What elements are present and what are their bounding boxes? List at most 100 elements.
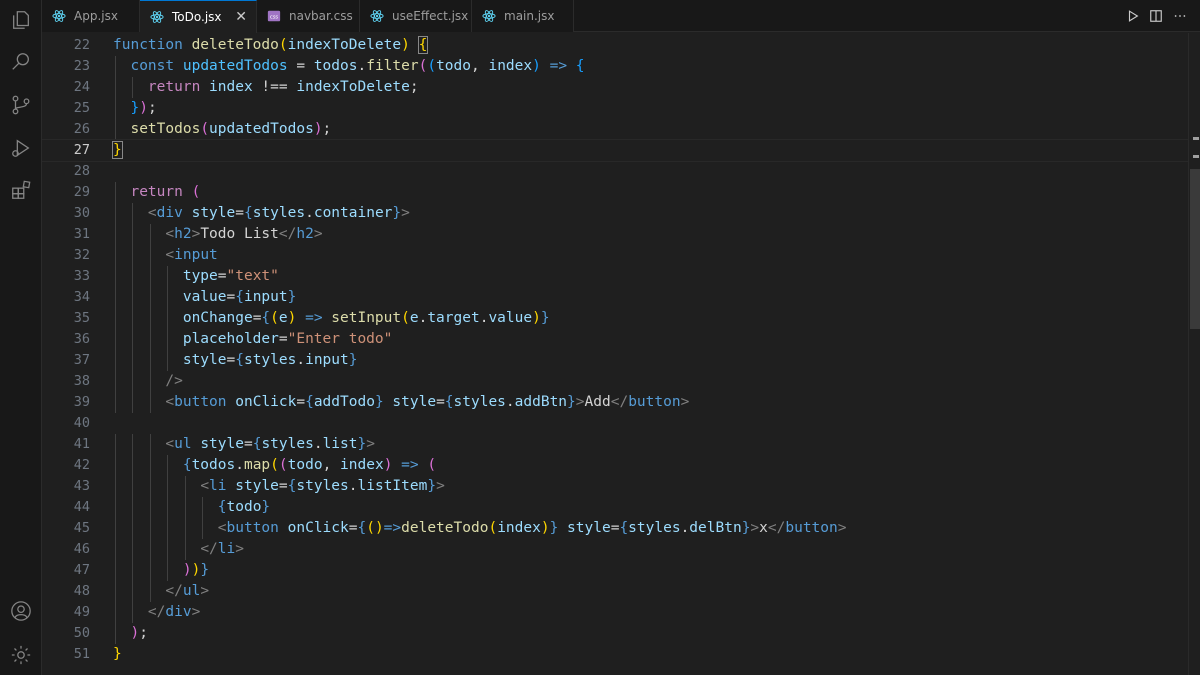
tab-label: navbar.css [289,9,353,23]
code-line[interactable]: 35 onChange={(e) => setInput(e.target.va… [42,308,1188,329]
run-debug-icon[interactable] [9,136,33,160]
code-token: function [113,37,183,53]
extensions-icon[interactable] [9,178,33,202]
indent-guide [149,371,151,392]
source-control-icon[interactable] [9,93,33,117]
settings-gear-icon[interactable] [9,643,33,667]
code-token: styles [628,520,681,536]
code-line[interactable]: 30 <div style={styles.container}> [42,203,1188,224]
indent-guide [132,434,134,455]
code-token: type [182,268,218,284]
code-editor[interactable]: 22 function deleteTodo(indexToDelete) {23… [42,33,1188,675]
code-line[interactable]: 39 <button onClick={addTodo} style={styl… [42,392,1188,413]
indent-guide [132,203,134,224]
code-line[interactable]: 50 ); [42,623,1188,644]
code-token: </ [610,394,629,410]
code-line[interactable]: 46 </li> [42,539,1188,560]
svg-text:css: css [270,15,279,21]
code-token: > [313,226,323,242]
code-line[interactable]: 51} [42,644,1188,665]
indent-guide [132,476,134,497]
line-number: 30 [73,205,90,221]
code-line[interactable]: 25 }); [42,98,1188,119]
code-token: styles [243,352,297,368]
scroll-thumb[interactable] [1190,169,1200,329]
code-line[interactable]: 47 ))} [42,560,1188,581]
code-token: ; [147,100,157,116]
code-token: = [278,331,288,347]
indent-guide [149,434,151,455]
line-number: 51 [73,646,90,662]
indent-guide [115,245,116,266]
code-token: div [165,604,192,620]
indent-guide [115,539,116,560]
code-line[interactable]: 33 type="text" [42,266,1188,287]
code-line[interactable]: 31 <h2>Todo List</h2> [42,224,1188,245]
code-token: todo [436,58,471,74]
code-line[interactable]: 49 </div> [42,602,1188,623]
code-token: => [296,310,332,326]
code-line[interactable]: 40 [42,413,1188,434]
code-line[interactable]: 48 </ul> [42,581,1188,602]
tab-label: useEffect.jsx [392,9,469,23]
indent-guide [167,329,169,350]
code-line[interactable]: 45 <button onClick={()=>deleteTodo(index… [42,518,1188,539]
code-token: input [243,289,288,305]
code-token: h2 [174,226,192,242]
tab-useeffect-jsx[interactable]: useEffect.jsx [360,0,472,32]
code-line[interactable]: 26 setTodos(updatedTodos); [42,119,1188,140]
code-line[interactable]: 38 /> [42,371,1188,392]
code-token: x [759,520,768,536]
explorer-icon[interactable] [9,8,33,32]
indent-guide [149,476,151,497]
code-text: <button onClick={addTodo} style={styles.… [113,392,689,413]
code-line[interactable]: 24 return index !== indexToDelete; [42,77,1188,98]
run-icon[interactable] [1126,6,1140,26]
line-number: 39 [73,394,90,410]
indent-guide [167,266,169,287]
code-token: index [209,79,253,95]
code-line[interactable]: 32 <input [42,245,1188,266]
indent-guide [115,497,116,518]
split-editor-icon[interactable] [1149,6,1163,26]
indent-guide [132,518,134,539]
code-line[interactable]: 42 {todos.map((todo, index) => ( [42,455,1188,476]
code-token: } [200,562,210,578]
code-line[interactable]: 36 placeholder="Enter todo" [42,329,1188,350]
line-number: 31 [73,226,90,242]
tab-app-jsx[interactable]: App.jsx [42,0,140,32]
indent-guide [132,371,134,392]
indent-guide [149,245,151,266]
code-line[interactable]: 23 const updatedTodos = todos.filter((to… [42,56,1188,77]
close-icon[interactable]: ✕ [235,9,247,25]
code-token: { [417,36,429,54]
code-text: {todo} [113,497,270,518]
indent-guide [115,77,116,98]
tab-navbar-css[interactable]: css navbar.css [257,0,360,32]
code-line[interactable]: 29 return ( [42,182,1188,203]
tab-main-jsx[interactable]: main.jsx [472,0,574,32]
line-number: 24 [73,79,90,95]
code-line[interactable]: 22 function deleteTodo(indexToDelete) { [42,35,1188,56]
code-token: ; [139,625,148,641]
code-line[interactable]: 34 value={input} [42,287,1188,308]
more-actions-icon[interactable] [1173,6,1187,26]
tab-todo-jsx[interactable]: ToDo.jsx ✕ [140,0,257,33]
code-line[interactable]: 37 style={styles.input} [42,350,1188,371]
code-token: . [357,58,367,74]
account-icon[interactable] [9,599,33,623]
code-line[interactable]: 41 <ul style={styles.list}> [42,434,1188,455]
code-token: style [200,436,244,452]
code-token: } [112,141,123,159]
code-line[interactable]: 27} [42,139,1188,162]
search-icon[interactable] [9,50,33,74]
indent-guide [132,350,134,371]
vertical-scrollbar[interactable] [1188,33,1200,675]
code-line[interactable]: 28 [42,161,1188,182]
code-line[interactable]: 44 {todo} [42,497,1188,518]
code-line[interactable]: 43 <li style={styles.listItem}> [42,476,1188,497]
